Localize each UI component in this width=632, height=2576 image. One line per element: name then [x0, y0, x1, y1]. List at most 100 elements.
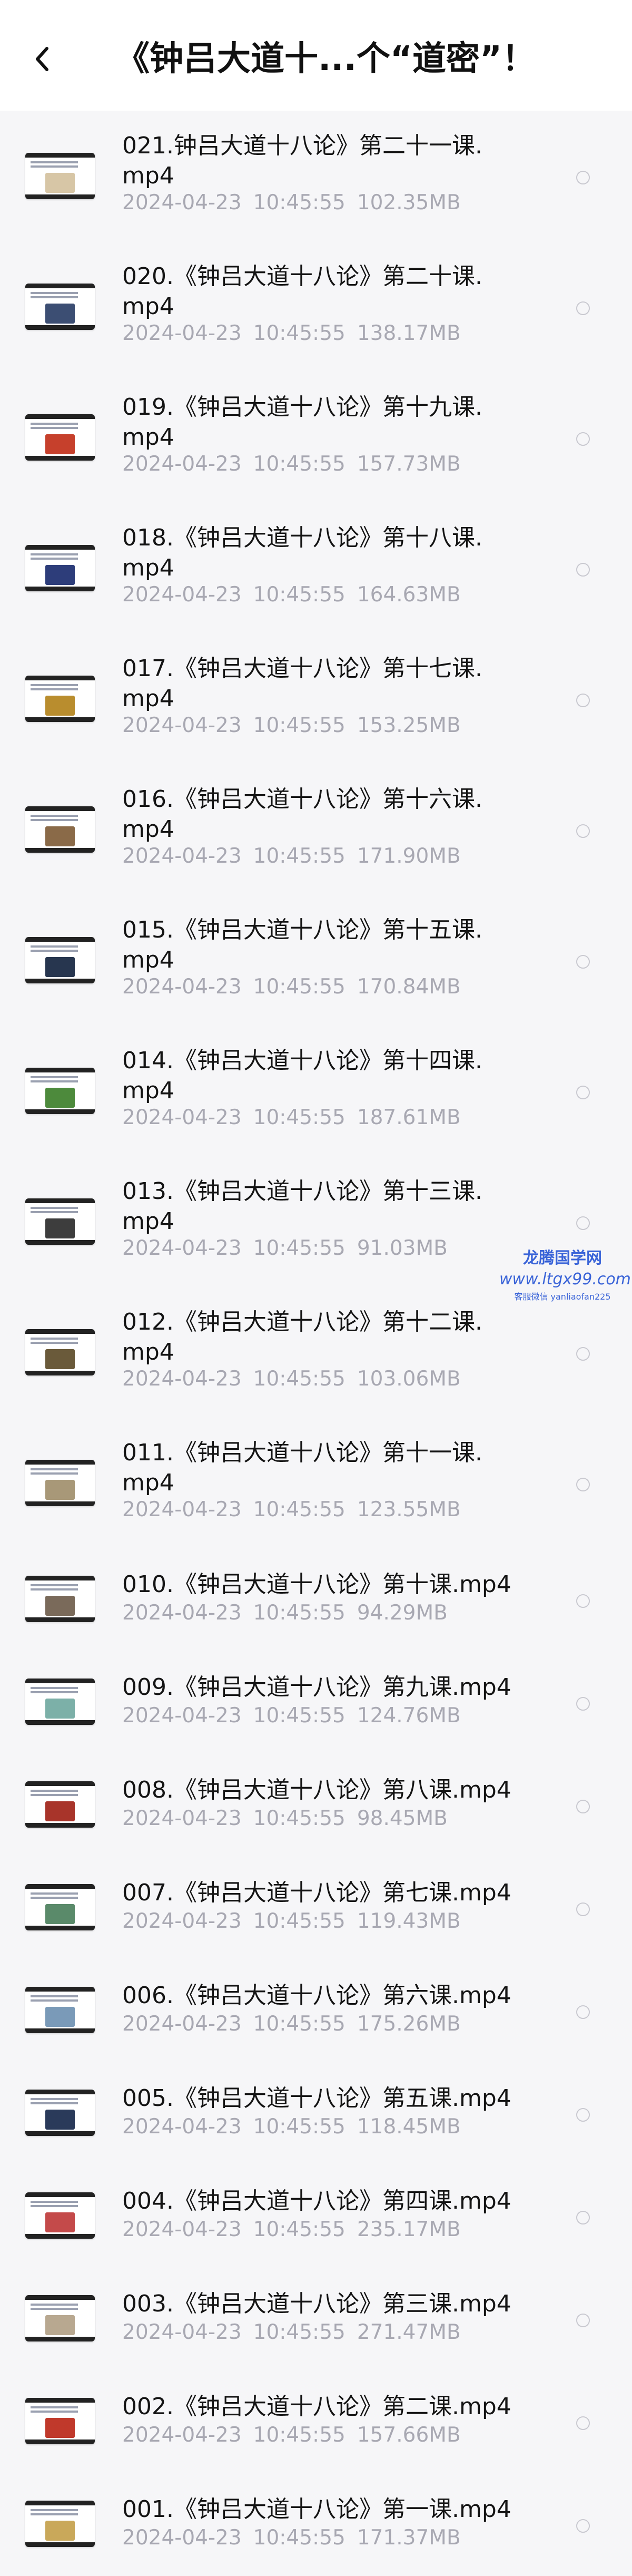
- select-radio[interactable]: [576, 2108, 590, 2122]
- file-time: 10:45:55: [253, 1106, 345, 1129]
- file-meta: 2024-04-23 10:45:55 170.84MB: [122, 975, 472, 999]
- file-date: 2024-04-23: [122, 2526, 242, 2550]
- file-meta: 2024-04-23 10:45:55 157.66MB: [122, 2423, 472, 2447]
- file-date: 2024-04-23: [122, 1909, 242, 1933]
- select-radio[interactable]: [576, 1216, 590, 1230]
- select-radio[interactable]: [576, 563, 590, 577]
- file-name: 004.《钟吕大道十八论》第四课.mp4: [122, 2188, 511, 2214]
- file-size: 153.25MB: [357, 714, 461, 737]
- file-size: 94.29MB: [357, 1601, 448, 1625]
- file-time: 10:45:55: [253, 2423, 345, 2447]
- select-radio[interactable]: [576, 171, 590, 184]
- file-date: 2024-04-23: [122, 191, 242, 214]
- video-thumbnail: [25, 1068, 95, 1114]
- file-row[interactable]: 015.《钟吕大道十八论》第十五课.mp4 2024-04-23 10:45:55 1…: [0, 895, 632, 1026]
- file-size: 187.61MB: [357, 1106, 461, 1129]
- file-size: 118.45MB: [357, 2115, 461, 2139]
- video-thumbnail: [25, 2192, 95, 2239]
- file-time: 10:45:55: [253, 1498, 345, 1521]
- file-date: 2024-04-23: [122, 321, 242, 345]
- select-radio[interactable]: [576, 955, 590, 969]
- select-radio[interactable]: [576, 2314, 590, 2327]
- file-row[interactable]: 018.《钟吕大道十八论》第十八课.mp4 2024-04-23 10:45:55 1…: [0, 503, 632, 633]
- file-size: 171.90MB: [357, 844, 461, 868]
- file-list: 021.钟吕大道十八论》第二十一课.mp4 2024-04-23 10:45:55 1…: [0, 111, 632, 2576]
- watermark-url: www.ltgx99.com: [499, 1270, 631, 1289]
- select-radio[interactable]: [576, 694, 590, 707]
- file-size: 98.45MB: [357, 1807, 448, 1830]
- select-radio[interactable]: [576, 1347, 590, 1361]
- video-thumbnail: [25, 676, 95, 722]
- file-row[interactable]: 009.《钟吕大道十八论》第九课.mp4 2024-04-23 10:45:55 12…: [0, 1651, 632, 1754]
- file-meta: 2024-04-23 10:45:55 235.17MB: [122, 2218, 472, 2241]
- select-radio[interactable]: [576, 2519, 590, 2533]
- file-date: 2024-04-23: [122, 2320, 242, 2344]
- file-date: 2024-04-23: [122, 452, 242, 476]
- select-radio[interactable]: [576, 1594, 590, 1608]
- file-size: 170.84MB: [357, 975, 461, 999]
- file-row[interactable]: 005.《钟吕大道十八论》第五课.mp4 2024-04-23 10:45:55 11…: [0, 2062, 632, 2165]
- file-meta: 2024-04-23 10:45:55 102.35MB: [122, 191, 472, 214]
- file-row[interactable]: 004.《钟吕大道十八论》第四课.mp4 2024-04-23 10:45:55 23…: [0, 2165, 632, 2268]
- video-thumbnail: [25, 545, 95, 591]
- file-row[interactable]: 007.《钟吕大道十八论》第七课.mp4 2024-04-23 10:45:55 11…: [0, 1857, 632, 1959]
- file-meta: 2024-04-23 10:45:55 164.63MB: [122, 583, 472, 607]
- select-radio[interactable]: [576, 2005, 590, 2019]
- file-row[interactable]: 010.《钟吕大道十八论》第十课.mp4 2024-04-23 10:45:55 94…: [0, 1548, 632, 1651]
- file-name: 019.《钟吕大道十八论》第十九课.mp4: [122, 394, 482, 451]
- file-row[interactable]: 008.《钟吕大道十八论》第八课.mp4 2024-04-23 10:45:55 98…: [0, 1754, 632, 1857]
- file-date: 2024-04-23: [122, 1807, 242, 1830]
- file-name: 003.《钟吕大道十八论》第三课.mp4: [122, 2290, 511, 2317]
- file-time: 10:45:55: [253, 583, 345, 607]
- select-radio[interactable]: [576, 1697, 590, 1711]
- select-radio[interactable]: [576, 301, 590, 315]
- select-radio[interactable]: [576, 1086, 590, 1099]
- back-button[interactable]: [21, 33, 63, 85]
- file-time: 10:45:55: [253, 2320, 345, 2344]
- video-thumbnail: [25, 153, 95, 199]
- file-meta: 2024-04-23 10:45:55 187.61MB: [122, 1106, 472, 1129]
- file-row[interactable]: 002.《钟吕大道十八论》第二课.mp4 2024-04-23 10:45:55 15…: [0, 2370, 632, 2473]
- video-thumbnail: [25, 1198, 95, 1245]
- select-radio[interactable]: [576, 432, 590, 446]
- watermark-site-name: 龙腾国学网: [523, 1249, 602, 1267]
- file-row[interactable]: 001.《钟吕大道十八论》第一课.mp4 2024-04-23 10:45:55 17…: [0, 2473, 632, 2576]
- file-row[interactable]: 020.《钟吕大道十八论》第二十课.mp4 2024-04-23 10:45:55 1…: [0, 241, 632, 372]
- video-thumbnail: [25, 2090, 95, 2136]
- file-row[interactable]: 016.《钟吕大道十八论》第十六课.mp4 2024-04-23 10:45:55 1…: [0, 764, 632, 895]
- file-date: 2024-04-23: [122, 975, 242, 999]
- file-meta: 2024-04-23 10:45:55 91.03MB: [122, 1236, 459, 1260]
- file-size: 138.17MB: [357, 321, 461, 345]
- file-name: 001.《钟吕大道十八论》第一课.mp4: [122, 2496, 511, 2523]
- select-radio[interactable]: [576, 1902, 590, 1916]
- file-row[interactable]: 003.《钟吕大道十八论》第三课.mp4 2024-04-23 10:45:55 27…: [0, 2268, 632, 2370]
- file-meta: 2024-04-23 10:45:55 94.29MB: [122, 1601, 459, 1625]
- file-time: 10:45:55: [253, 1807, 345, 1830]
- select-radio[interactable]: [576, 824, 590, 838]
- video-thumbnail: [25, 414, 95, 461]
- file-meta: 2024-04-23 10:45:55 157.73MB: [122, 452, 472, 476]
- file-row[interactable]: 012.《钟吕大道十八论》第十二课.mp4 2024-04-23 10:45:55 1…: [0, 1287, 632, 1418]
- select-radio[interactable]: [576, 2416, 590, 2430]
- file-time: 10:45:55: [253, 2218, 345, 2241]
- file-row[interactable]: 021.钟吕大道十八论》第二十一课.mp4 2024-04-23 10:45:55 1…: [0, 111, 632, 241]
- file-name: 018.《钟吕大道十八论》第十八课.mp4: [122, 524, 482, 581]
- file-meta: 2024-04-23 10:45:55 175.26MB: [122, 2012, 472, 2036]
- file-meta: 2024-04-23 10:45:55 171.37MB: [122, 2526, 472, 2550]
- select-radio[interactable]: [576, 2211, 590, 2224]
- file-row[interactable]: 011.《钟吕大道十八论》第十一课.mp4 2024-04-23 10:45:55 1…: [0, 1418, 632, 1548]
- file-row[interactable]: 006.《钟吕大道十八论》第六课.mp4 2024-04-23 10:45:55 17…: [0, 1959, 632, 2062]
- file-name: 009.《钟吕大道十八论》第九课.mp4: [122, 1674, 511, 1701]
- file-row[interactable]: 014.《钟吕大道十八论》第十四课.mp4 2024-04-23 10:45:55 1…: [0, 1026, 632, 1156]
- select-radio[interactable]: [576, 1478, 590, 1491]
- file-row[interactable]: 017.《钟吕大道十八论》第十七课.mp4 2024-04-23 10:45:55 1…: [0, 633, 632, 764]
- file-time: 10:45:55: [253, 975, 345, 999]
- video-thumbnail: [25, 1460, 95, 1506]
- select-radio[interactable]: [576, 1800, 590, 1813]
- file-time: 10:45:55: [253, 714, 345, 737]
- file-row[interactable]: 019.《钟吕大道十八论》第十九课.mp4 2024-04-23 10:45:55 1…: [0, 372, 632, 503]
- file-date: 2024-04-23: [122, 1236, 242, 1260]
- file-time: 10:45:55: [253, 844, 345, 868]
- file-name: 006.《钟吕大道十八论》第六课.mp4: [122, 1982, 511, 2009]
- video-thumbnail: [25, 1329, 95, 1375]
